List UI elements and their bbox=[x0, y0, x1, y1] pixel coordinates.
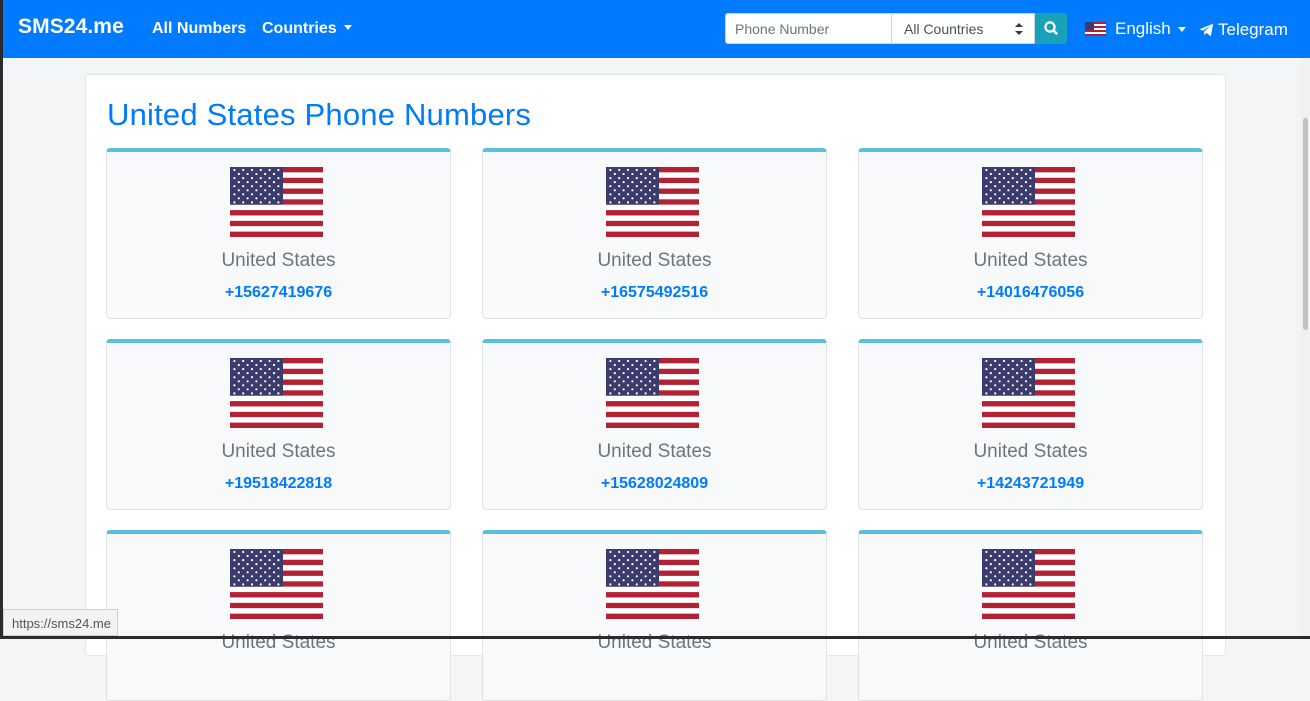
number-card[interactable]: United States +14243721949 bbox=[858, 339, 1203, 510]
brand-logo[interactable]: SMS24.me bbox=[18, 15, 124, 39]
us-flag-icon bbox=[606, 549, 699, 619]
card-phone-number[interactable]: +19518422818 bbox=[107, 475, 450, 493]
phone-number-input[interactable] bbox=[725, 13, 892, 44]
card-country: United States bbox=[221, 441, 336, 462]
telegram-label: Telegram bbox=[1218, 20, 1288, 39]
select-arrows-icon bbox=[1015, 23, 1023, 35]
number-card[interactable]: United States +14016476056 bbox=[858, 148, 1203, 319]
number-card[interactable]: United States +15628024809 bbox=[482, 339, 827, 510]
number-card[interactable]: United States bbox=[106, 530, 451, 701]
us-flag-icon bbox=[982, 549, 1075, 619]
search-form: All Countries bbox=[725, 13, 1067, 44]
card-country: United States bbox=[973, 250, 1088, 271]
card-phone-number[interactable]: +16575492516 bbox=[483, 284, 826, 302]
us-flag-icon bbox=[230, 358, 323, 428]
us-flag-icon bbox=[606, 358, 699, 428]
us-flag-icon bbox=[982, 167, 1075, 237]
chevron-down-icon bbox=[343, 25, 352, 30]
chevron-down-icon bbox=[1177, 26, 1186, 32]
card-phone-number[interactable]: +14243721949 bbox=[859, 475, 1202, 493]
page-title: United States Phone Numbers bbox=[107, 97, 532, 132]
telegram-icon bbox=[1199, 23, 1214, 37]
card-country: United States bbox=[973, 441, 1088, 462]
nav-countries-label: Countries bbox=[262, 20, 337, 37]
card-country: United States bbox=[597, 250, 712, 271]
search-button[interactable] bbox=[1035, 13, 1067, 44]
language-dropdown[interactable]: English bbox=[1085, 19, 1186, 39]
status-bar-url: https://sms24.me bbox=[3, 609, 118, 636]
window-edge bbox=[0, 0, 3, 639]
us-flag-icon bbox=[606, 167, 699, 237]
card-phone-number[interactable]: +14016476056 bbox=[859, 284, 1202, 302]
number-card[interactable]: United States bbox=[482, 530, 827, 701]
nav-countries-dropdown[interactable]: Countries bbox=[262, 20, 352, 38]
scrollbar[interactable] bbox=[1300, 58, 1310, 636]
us-flag-icon bbox=[230, 549, 323, 619]
country-select-value: All Countries bbox=[904, 21, 984, 37]
number-card[interactable]: United States bbox=[858, 530, 1203, 701]
number-card[interactable]: United States +15627419676 bbox=[106, 148, 451, 319]
card-country: United States bbox=[221, 250, 336, 271]
nav-all-numbers[interactable]: All Numbers bbox=[152, 20, 246, 38]
card-phone-number[interactable]: +15627419676 bbox=[107, 284, 450, 302]
number-card[interactable]: United States +16575492516 bbox=[482, 148, 827, 319]
telegram-link[interactable]: Telegram bbox=[1199, 20, 1288, 40]
card-phone-number[interactable]: +15628024809 bbox=[483, 475, 826, 493]
us-flag-icon bbox=[230, 167, 323, 237]
search-icon bbox=[1044, 21, 1058, 35]
us-flag-icon bbox=[1085, 22, 1106, 36]
language-label: English bbox=[1115, 19, 1171, 38]
top-navbar: SMS24.me All Numbers Countries All Count… bbox=[0, 0, 1310, 58]
scrollbar-thumb[interactable] bbox=[1303, 118, 1308, 330]
us-flag-icon bbox=[982, 358, 1075, 428]
country-select[interactable]: All Countries bbox=[892, 13, 1035, 44]
number-card[interactable]: United States +19518422818 bbox=[106, 339, 451, 510]
card-country: United States bbox=[597, 441, 712, 462]
